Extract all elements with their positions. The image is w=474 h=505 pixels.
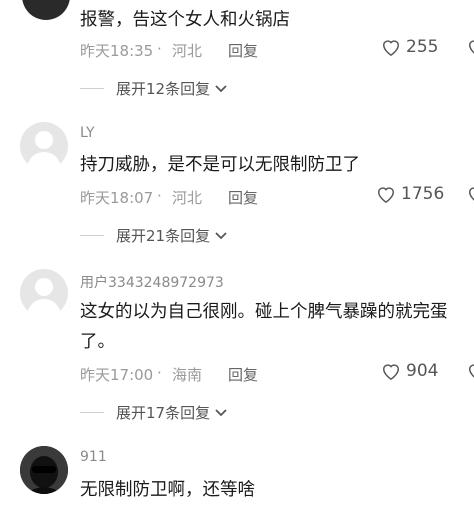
comment-username[interactable]: 911 xyxy=(80,449,107,465)
comment-text-line2: 了。 xyxy=(80,332,115,352)
expand-replies-label: 展开12条回复 xyxy=(116,80,211,98)
like-button[interactable]: 1756 xyxy=(375,184,444,204)
default-avatar-icon xyxy=(35,278,53,296)
chevron-down-icon xyxy=(214,227,228,245)
expand-replies-button[interactable]: 展开21条回复 xyxy=(116,225,228,246)
comment-text-line1: 这女的以为自己很刚。碰上个脾气暴躁的就完蛋 xyxy=(80,302,448,322)
heart-outline-icon xyxy=(466,37,474,57)
comment-location: 河北 xyxy=(172,42,203,60)
comment-time: 昨天18:35 xyxy=(80,42,154,60)
separator-dot: · xyxy=(157,364,162,382)
heart-outline-icon xyxy=(466,361,474,381)
chevron-down-icon xyxy=(214,404,228,422)
comment-location: 海南 xyxy=(172,366,203,384)
comment-time: 昨天17:00 xyxy=(80,366,154,384)
expand-replies-button[interactable]: 展开12条回复 xyxy=(116,78,228,99)
comment-text: 持刀威胁，是不是可以无限制防卫了 xyxy=(80,155,360,175)
expand-divider xyxy=(80,88,104,89)
like-button[interactable]: 255 xyxy=(380,37,438,57)
like-count: 904 xyxy=(406,361,439,381)
chevron-down-icon xyxy=(214,80,228,98)
reply-button[interactable]: 回复 xyxy=(228,40,258,61)
avatar[interactable] xyxy=(22,0,70,20)
heart-outline-icon xyxy=(466,184,474,204)
avatar[interactable] xyxy=(20,122,68,170)
expand-replies-button[interactable]: 展开17条回复 xyxy=(116,402,228,423)
avatar[interactable] xyxy=(20,446,68,494)
comment-username[interactable]: 用户3343248972973 xyxy=(80,272,224,292)
expand-divider xyxy=(80,412,104,413)
reply-button[interactable]: 回复 xyxy=(228,364,258,385)
like-button-partial[interactable] xyxy=(466,37,474,57)
comment-time: 昨天18:07 xyxy=(80,189,154,207)
like-button-partial[interactable] xyxy=(466,361,474,381)
default-avatar-icon xyxy=(35,131,53,149)
separator-dot: · xyxy=(157,187,162,205)
comment-text: 报警，告这个女人和火锅店 xyxy=(80,10,290,30)
like-count: 1756 xyxy=(401,184,445,204)
like-count: 255 xyxy=(406,37,439,57)
separator-dot: · xyxy=(157,40,162,58)
heart-outline-icon xyxy=(380,361,402,381)
avatar[interactable] xyxy=(20,269,68,317)
reply-button[interactable]: 回复 xyxy=(228,187,258,208)
like-button-partial[interactable] xyxy=(466,184,474,204)
comment-username[interactable]: LY xyxy=(80,125,95,141)
expand-replies-label: 展开21条回复 xyxy=(116,227,211,245)
comment-text: 无限制防卫啊，还等啥 xyxy=(80,480,255,500)
avatar-photo xyxy=(20,446,68,494)
expand-divider xyxy=(80,235,104,236)
comment-location: 河北 xyxy=(172,189,203,207)
expand-replies-label: 展开17条回复 xyxy=(116,404,211,422)
heart-outline-icon xyxy=(380,37,402,57)
heart-outline-icon xyxy=(375,184,397,204)
like-button[interactable]: 904 xyxy=(380,361,438,381)
